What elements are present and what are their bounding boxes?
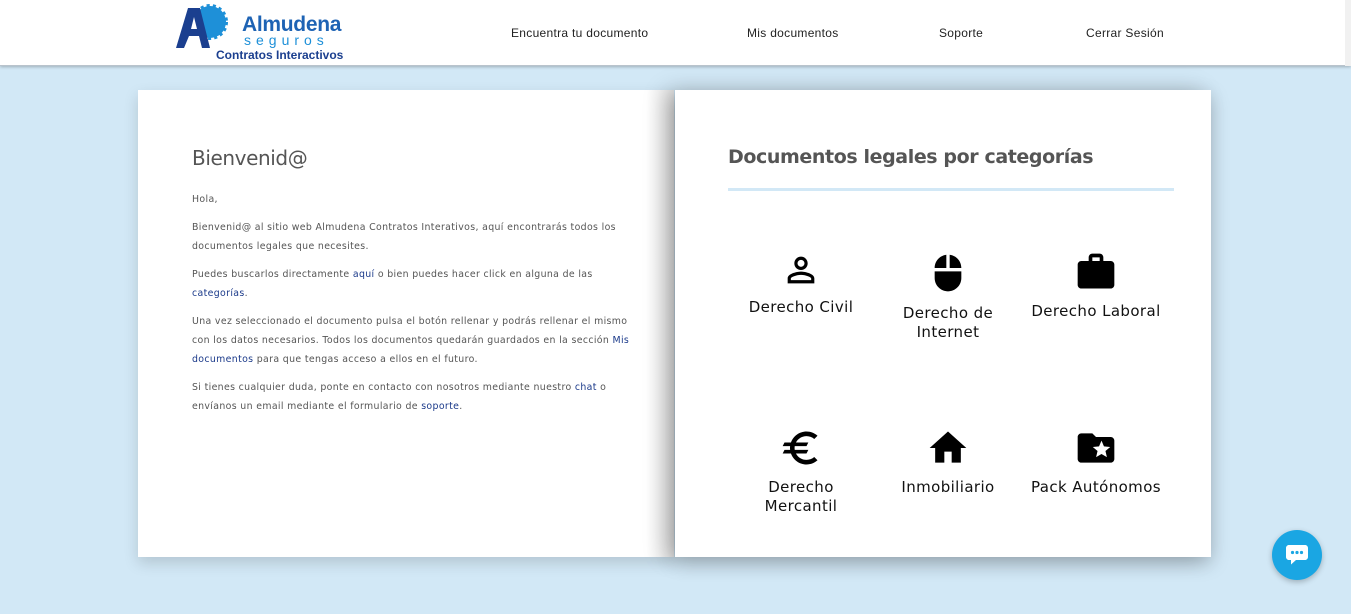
search-here-link[interactable]: aquí (353, 269, 375, 280)
category-label: Derecho Civil (748, 298, 854, 316)
nav-my-documents[interactable]: Mis documentos (747, 0, 839, 66)
nav-find-document[interactable]: Encuentra tu documento (511, 0, 648, 66)
category-label: Derecho de Internet (902, 304, 994, 341)
welcome-greeting: Hola, (192, 194, 218, 205)
category-derecho-civil[interactable]: Derecho Civil (731, 250, 871, 317)
welcome-paragraph-3: Una vez seleccionado el documento pulsa … (192, 312, 642, 369)
logo-tagline: Contratos Interactivos (216, 48, 344, 62)
welcome-paragraph-1: Bienvenid@ al sitio web Almudena Contrat… (192, 222, 616, 252)
text-fragment: o bien puedes hacer click en alguna de l… (374, 269, 593, 280)
text-fragment: Si tienes cualquier duda, ponte en conta… (192, 382, 575, 393)
site-header: Almudena seguros Contratos Interactivos … (0, 0, 1351, 66)
home-icon (929, 431, 967, 463)
text-fragment: para que tengas acceso a ellos en el fut… (253, 354, 478, 365)
logo-mark-icon (176, 4, 228, 48)
categories-title: Documentos legales por categorías (728, 146, 1094, 168)
welcome-paragraph-4: Si tienes cualquier duda, ponte en conta… (192, 378, 642, 416)
category-derecho-laboral[interactable]: Derecho Laboral (1026, 250, 1166, 321)
text-fragment: Puedes buscarlos directamente (192, 269, 353, 280)
support-link[interactable]: soporte (421, 401, 459, 412)
person-icon (787, 256, 815, 284)
text-fragment: . (244, 288, 248, 299)
mouse-icon (934, 254, 962, 292)
welcome-paragraph-2: Puedes buscarlos directamente aquí o bie… (192, 265, 642, 303)
category-label: Derecho Mercantil (764, 478, 838, 515)
welcome-text: Hola, Bienvenid@ al sitio web Almudena C… (192, 190, 642, 425)
categories-panel: Documentos legales por categorías Derech… (675, 90, 1211, 557)
chat-bubble-icon (1286, 545, 1308, 565)
welcome-panel: Bienvenid@ Hola, Bienvenid@ al sitio web… (138, 90, 674, 557)
nav-logout[interactable]: Cerrar Sesión (1086, 0, 1164, 66)
briefcase-icon (1077, 253, 1115, 289)
title-divider (728, 188, 1174, 191)
category-pack-autonomos[interactable]: Pack Autónomos (1026, 426, 1166, 497)
euro-icon (782, 431, 818, 465)
category-derecho-mercantil[interactable]: Derecho Mercantil (731, 426, 871, 516)
brand-logo[interactable]: Almudena seguros Contratos Interactivos (174, 2, 354, 64)
folder-star-icon (1077, 433, 1115, 463)
categories-link[interactable]: categorías (192, 288, 245, 299)
category-label: Pack Autónomos (1031, 478, 1161, 496)
text-fragment: . (459, 401, 463, 412)
scrollbar-track[interactable] (1345, 0, 1351, 66)
chat-button[interactable] (1272, 530, 1322, 580)
category-derecho-internet[interactable]: Derecho de Internet (878, 250, 1018, 342)
welcome-title: Bienvenid@ (192, 146, 308, 170)
category-inmobiliario[interactable]: Inmobiliario (878, 426, 1018, 497)
text-fragment: Una vez seleccionado el documento pulsa … (192, 316, 628, 346)
logo-subname: seguros (244, 32, 329, 48)
category-label: Inmobiliario (901, 478, 995, 496)
category-label: Derecho Laboral (1031, 302, 1161, 320)
nav-support[interactable]: Soporte (939, 0, 983, 66)
chat-link[interactable]: chat (575, 382, 597, 393)
